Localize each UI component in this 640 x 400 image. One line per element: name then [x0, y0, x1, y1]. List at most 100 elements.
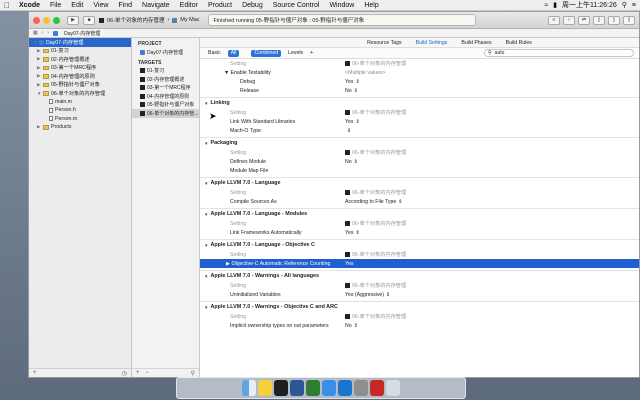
breadcrumb[interactable]: Day07-内存管理 [64, 30, 100, 37]
setting-row[interactable]: Compile Sources As According to File Typ… [200, 197, 639, 206]
close-window-button[interactable] [33, 16, 40, 24]
simulator-icon[interactable] [370, 380, 384, 396]
menu-edit[interactable]: Edit [66, 2, 88, 9]
navigator-toggle-button[interactable]: ▯ [593, 15, 605, 25]
setting-value[interactable]: No ⇕ [345, 159, 639, 165]
minimize-window-button[interactable] [43, 16, 50, 24]
grid-icon[interactable]: ▦ [33, 30, 38, 36]
wifi-icon[interactable]: ≈ [544, 2, 548, 9]
disclosure-down-icon[interactable]: ▼ [224, 70, 231, 76]
section-linking[interactable]: ▼ Linking [200, 97, 639, 108]
setting-row[interactable]: Release No ⇕ [200, 86, 639, 95]
nav-item-folder[interactable]: ▶ 04-内存管理的原则 [29, 72, 131, 81]
disclosure-down-icon[interactable]: ▼ [204, 305, 208, 310]
menu-product[interactable]: Product [203, 2, 237, 9]
section-warnings[interactable]: ▼ Apple LLVM 7.0 - Warnings - All languag… [200, 270, 639, 281]
filter-icon[interactable]: ⚲ [191, 370, 195, 377]
assistant-editor-button[interactable]: ○ [563, 15, 575, 25]
preferences-icon[interactable] [354, 380, 368, 396]
search-icon[interactable]: ⚲ [622, 1, 627, 9]
setting-value[interactable]: <Multiple values> [345, 70, 639, 76]
target-item[interactable]: 03-第一个MRC程序 [132, 84, 199, 93]
tab-build-settings[interactable]: Build Settings [416, 40, 448, 46]
nav-item-file[interactable]: Person.m [29, 115, 131, 124]
setting-value[interactable]: ⇕ [345, 128, 639, 134]
section-modules[interactable]: ▼ Apple LLVM 7.0 - Language - Modules [200, 208, 639, 219]
run-button[interactable]: ▶ [67, 15, 79, 25]
setting-row[interactable]: Debug Yes ⇕ [200, 77, 639, 86]
nav-item-folder[interactable]: ▼ 06-单个对象的内存管理 [29, 89, 131, 98]
disclosure-down-icon[interactable]: ▼ [204, 212, 208, 217]
setting-row[interactable]: Link Frameworks Automatically Yes ⇕ [200, 228, 639, 237]
clock-icon[interactable]: ◷ [122, 370, 127, 377]
setting-row-selected[interactable]: ▶ Objective-C Automatic Reference Counti… [200, 259, 639, 268]
setting-row[interactable]: Implicit ownership types on out paramete… [200, 321, 639, 330]
menu-window[interactable]: Window [324, 2, 359, 9]
setting-value[interactable]: According to File Type ⇕ [345, 199, 639, 205]
nav-item-folder[interactable]: ▶ 02-内存管理概述 [29, 55, 131, 64]
disclosure-down-icon[interactable]: ▼ [204, 181, 208, 186]
nav-item-file[interactable]: Person.h [29, 106, 131, 115]
menu-debug[interactable]: Debug [237, 2, 268, 9]
add-icon[interactable]: + [33, 370, 37, 376]
xcode-icon[interactable] [338, 380, 352, 396]
safari-icon[interactable] [322, 380, 336, 396]
disclosure-down-icon[interactable]: ▼ [204, 274, 208, 279]
add-target-icon[interactable]: + [136, 370, 140, 376]
filter-all[interactable]: All [227, 49, 240, 57]
finder-icon[interactable] [242, 380, 256, 396]
nav-project-root[interactable]: ▼ Day07-内存管理 [29, 38, 131, 47]
settings-search-input[interactable]: ⚲ auto [484, 49, 634, 57]
tab-build-phases[interactable]: Build Phases [461, 40, 491, 46]
menu-navigate[interactable]: Navigate [137, 2, 175, 9]
setting-row[interactable]: Uninitialized Variables Yes (Aggressive)… [200, 290, 639, 299]
nav-item-folder[interactable]: ▶ 03-第一个MRC程序 [29, 64, 131, 73]
debug-toggle-button[interactable]: ▯ [608, 15, 620, 25]
setting-row[interactable]: Module Map File [200, 166, 639, 175]
setting-row[interactable]: Link With Standard Libraries Yes ⇕ [200, 117, 639, 126]
disclosure-down-icon[interactable]: ▼ [204, 141, 208, 146]
target-item[interactable]: 04-内存管理的原则 [132, 92, 199, 101]
filter-basic[interactable]: Basic [205, 50, 224, 57]
back-icon[interactable]: ‹ [42, 30, 44, 36]
section-language[interactable]: ▼ Apple LLVM 7.0 - Language [200, 177, 639, 188]
setting-value[interactable]: No ⇕ [345, 323, 639, 329]
target-item[interactable]: 02-内存管理概述 [132, 75, 199, 84]
target-item[interactable]: 01-复习 [132, 67, 199, 76]
utilities-toggle-button[interactable]: ▯ [623, 15, 635, 25]
setting-row[interactable]: Defines Module No ⇕ [200, 157, 639, 166]
notes-icon[interactable] [258, 380, 272, 396]
setting-value[interactable]: Yes ⇕ [345, 119, 639, 125]
menu-clock[interactable]: 周一上午11:26:26 [562, 0, 617, 10]
standard-editor-button[interactable]: ≡ [548, 15, 560, 25]
section-packaging[interactable]: ▼ Packaging [200, 137, 639, 148]
remove-target-icon[interactable]: − [146, 370, 150, 376]
filter-levels[interactable]: Levels [285, 50, 306, 57]
forward-icon[interactable]: › [47, 30, 49, 36]
project-item[interactable]: Day07-内存管理 [132, 48, 199, 57]
excel-icon[interactable] [306, 380, 320, 396]
menu-help[interactable]: Help [359, 2, 383, 9]
trash-icon[interactable] [386, 380, 400, 396]
setting-value[interactable]: Yes ⇕ [345, 79, 639, 85]
setting-value[interactable]: Yes (Aggressive) ⇕ [345, 292, 639, 298]
setting-row[interactable]: ▼ Enable Testability <Multiple values> [200, 68, 639, 77]
stop-button[interactable]: ■ [83, 15, 95, 25]
menu-editor[interactable]: Editor [175, 2, 203, 9]
nav-item-folder[interactable]: ▶ 05-野指针与僵尸对象 [29, 81, 131, 90]
setting-value[interactable]: No ⇕ [345, 88, 639, 94]
list-icon[interactable]: ≡ [632, 2, 636, 9]
setting-value[interactable]: Yes [345, 261, 639, 267]
terminal-icon[interactable] [274, 380, 288, 396]
menu-source-control[interactable]: Source Control [268, 2, 325, 9]
version-editor-button[interactable]: ⇄ [578, 15, 590, 25]
section-warnings-arc[interactable]: ▼ Apple LLVM 7.0 - Warnings - Objective C… [200, 301, 639, 312]
nav-item-folder[interactable]: ▶ Products [29, 123, 131, 132]
tab-resource-tags[interactable]: Resource Tags [367, 40, 402, 46]
battery-icon[interactable]: ▮ [553, 1, 557, 9]
tab-build-rules[interactable]: Build Rules [506, 40, 532, 46]
menu-app-name[interactable]: Xcode [14, 2, 45, 9]
word-icon[interactable] [290, 380, 304, 396]
target-item[interactable]: 05-野指针与僵尸对象 [132, 101, 199, 110]
disclosure-down-icon[interactable]: ▼ [204, 243, 208, 248]
